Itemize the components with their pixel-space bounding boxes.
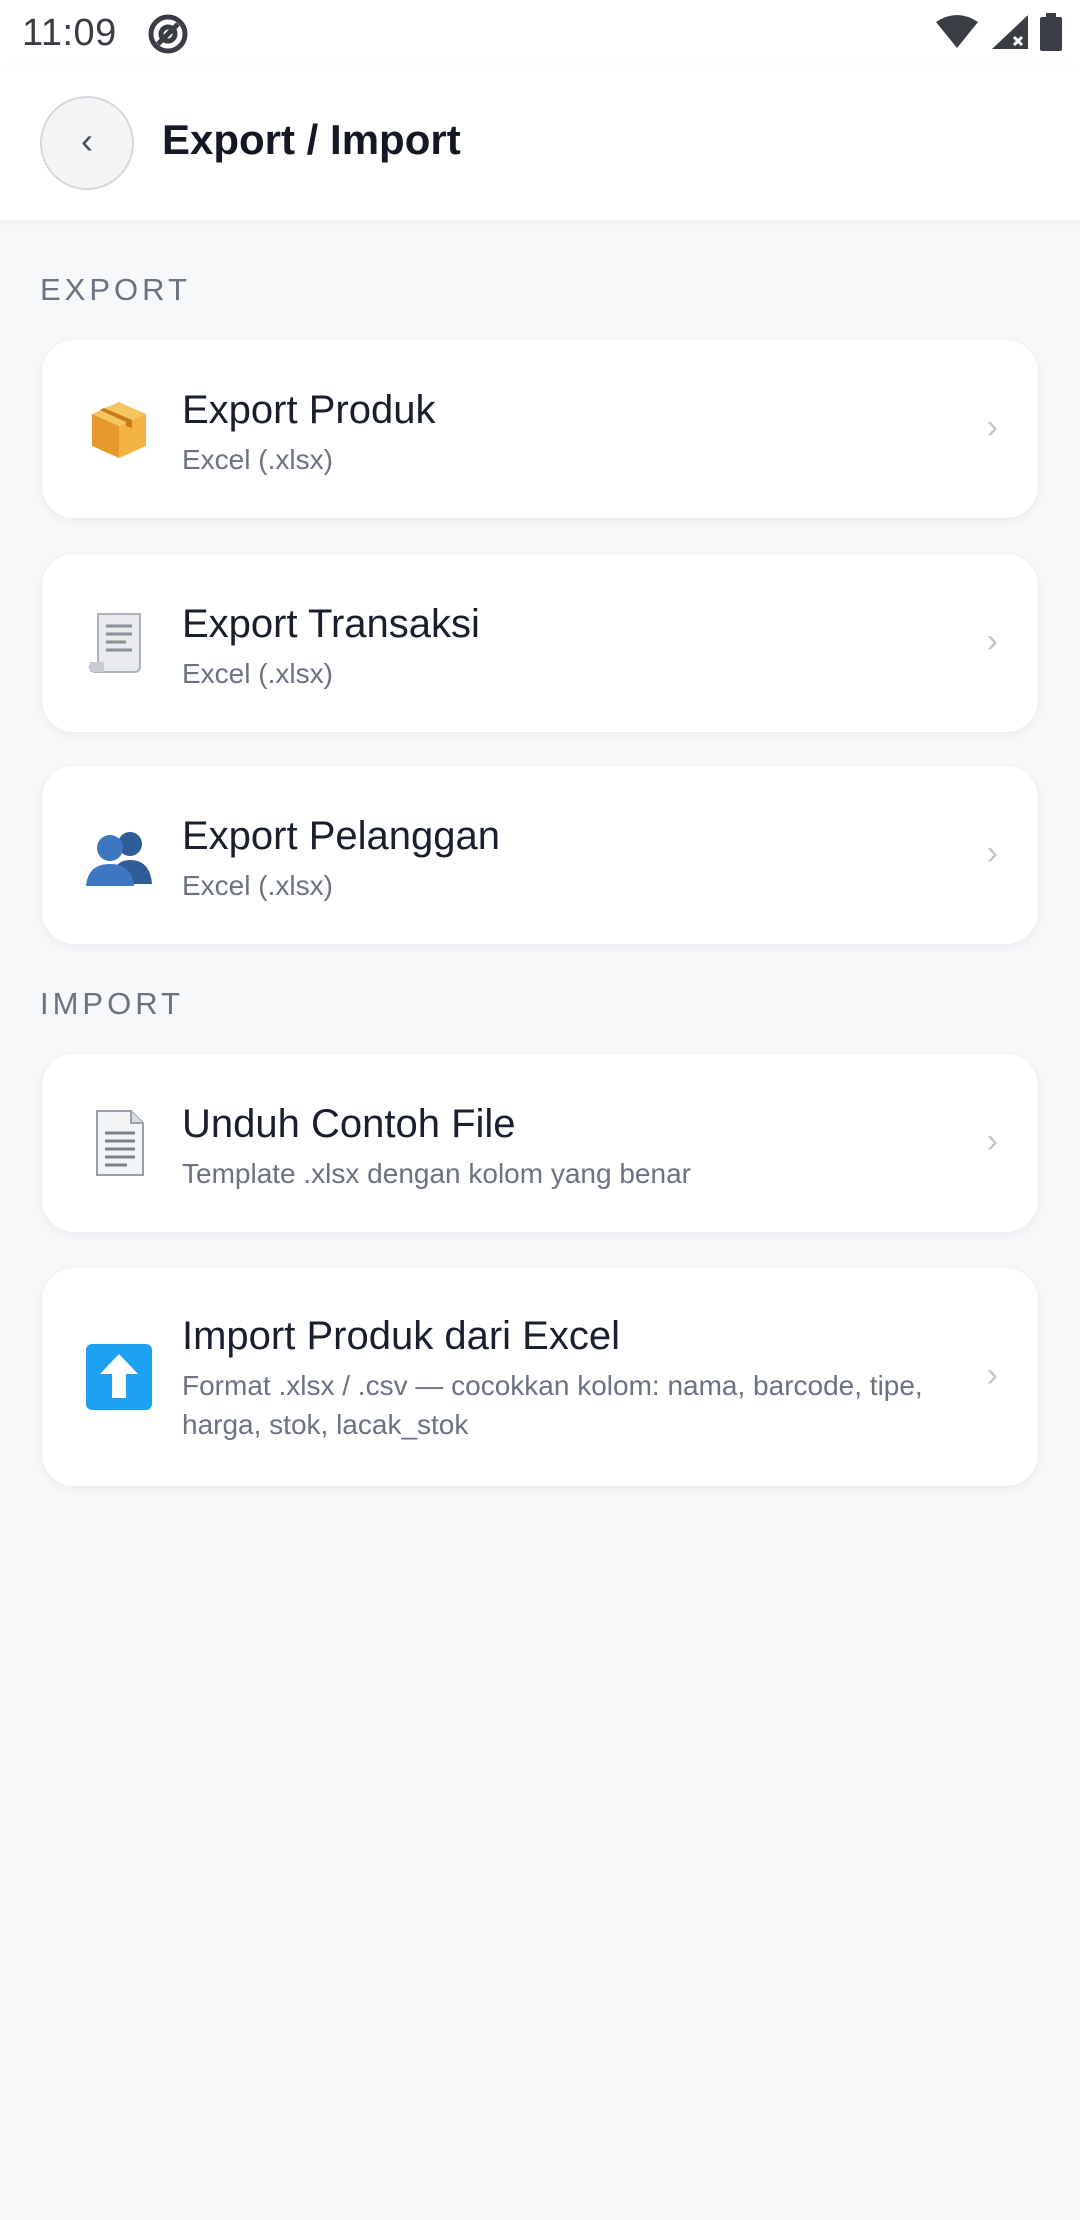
status-bar: 11:09 [0, 0, 1080, 66]
chevron-right-icon: › [986, 622, 998, 660]
download-template-card[interactable]: Unduh Contoh File Template .xlsx dengan … [42, 1054, 1038, 1232]
card-title: Export Transaksi [182, 602, 480, 646]
card-subtitle: Template .xlsx dengan kolom yang benar [182, 1158, 691, 1189]
card-subtitle: Format .xlsx / .csv — cocokkan kolom: na… [182, 1370, 923, 1440]
wifi-icon [934, 14, 980, 55]
chevron-left-icon: ‹ [81, 120, 93, 161]
card-title: Export Pelanggan [182, 814, 501, 858]
page-title: Export / Import [162, 116, 461, 163]
document-icon [82, 1106, 156, 1180]
card-subtitle: Excel (.xlsx) [182, 870, 333, 901]
export-pelanggan-card[interactable]: Export Pelanggan Excel (.xlsx) › [42, 766, 1038, 944]
at-sign-icon [146, 12, 190, 56]
export-transaksi-card[interactable]: Export Transaksi Excel (.xlsx) › [42, 554, 1038, 732]
import-products-card[interactable]: Import Produk dari Excel Format .xlsx / … [42, 1268, 1038, 1486]
cellular-signal-icon [990, 13, 1030, 56]
chevron-right-icon: › [986, 1356, 998, 1394]
status-icons [934, 12, 1062, 56]
section-label-import: IMPORT [40, 986, 184, 1021]
status-time: 11:09 [22, 12, 117, 54]
chevron-right-icon: › [986, 408, 998, 446]
section-label-export: EXPORT [40, 272, 191, 307]
export-produk-card[interactable]: Export Produk Excel (.xlsx) › [42, 340, 1038, 518]
package-icon [82, 392, 156, 466]
chevron-right-icon: › [986, 834, 998, 872]
chevron-right-icon: › [986, 1122, 998, 1160]
card-title: Import Produk dari Excel [182, 1314, 620, 1358]
users-icon [82, 820, 156, 894]
upload-arrow-icon [82, 1340, 156, 1414]
card-title: Unduh Contoh File [182, 1102, 516, 1146]
back-button[interactable]: ‹ [40, 96, 134, 190]
receipt-icon [82, 606, 156, 680]
battery-icon [1040, 12, 1062, 56]
app-header: ‹ Export / Import [0, 66, 1080, 220]
card-subtitle: Excel (.xlsx) [182, 444, 333, 475]
card-title: Export Produk [182, 388, 436, 432]
card-subtitle: Excel (.xlsx) [182, 658, 333, 689]
